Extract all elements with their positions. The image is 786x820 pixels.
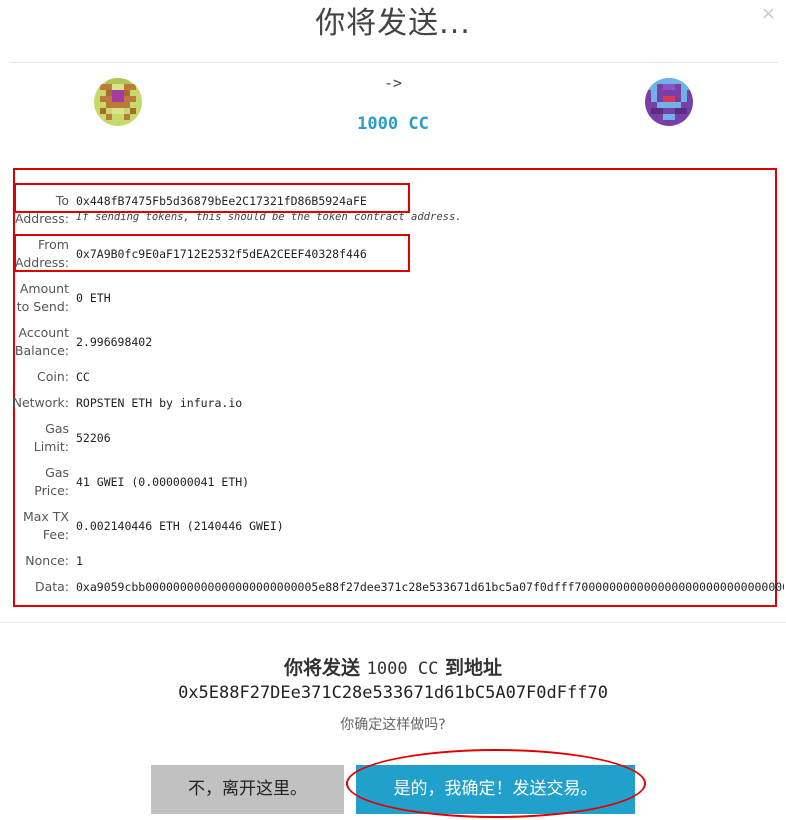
to-identicon — [645, 78, 693, 126]
network-label: Network: — [12, 395, 69, 410]
gas-limit-label: Gas Limit: — [33, 421, 69, 454]
divider — [10, 62, 778, 63]
max-fee-label: Max TX Fee: — [22, 509, 69, 542]
confirm-question: 你确定这样做吗? — [340, 717, 446, 733]
to-label: To — [55, 193, 69, 208]
balance-value: 2.996698402 — [76, 335, 153, 349]
coin-value: CC — [76, 370, 90, 384]
address-label: Address: — [15, 211, 69, 226]
confirm-suffix: 到地址 — [444, 657, 502, 679]
token-contract-hint: If sending tokens, this should be the to… — [76, 211, 462, 223]
cancel-button[interactable]: 不，离开这里。 — [151, 765, 344, 814]
from-address-value: 0x7A9B0fc9E0aF1712E2532f5dEA2CEEF40328f4… — [76, 247, 367, 261]
network-value: ROPSTEN ETH by infura.io — [76, 396, 243, 410]
balance-label: Account Balance: — [14, 325, 69, 358]
gas-limit-value: 52206 — [76, 431, 111, 445]
confirm-summary: 你将发送 1000 CC 到地址 — [0, 653, 786, 680]
confirm-address: 0x5E88F27DEe371C28e533671d61bC5A07F0dFff… — [178, 683, 608, 703]
nonce-value: 1 — [76, 554, 83, 568]
gas-price-label: Gas Price: — [34, 465, 69, 498]
amount-label: Amount to Send: — [16, 281, 69, 314]
nonce-label: Nonce: — [25, 553, 69, 568]
gas-price-value: 41 GWEI (0.000000041 ETH) — [76, 475, 250, 489]
max-fee-value: 0.002140446 ETH (2140446 GWEI) — [76, 519, 284, 533]
send-transaction-button[interactable]: 是的，我确定！发送交易。 — [356, 765, 635, 814]
data-value: 0xa9059cbb0000000000000000000000005e88f2… — [76, 580, 784, 594]
amount-value: 0 ETH — [76, 291, 111, 305]
close-icon[interactable]: × — [761, 4, 776, 24]
coin-label: Coin: — [37, 369, 69, 384]
divider — [0, 622, 786, 623]
confirm-amount: 1000 CC — [366, 659, 439, 679]
modal-title: 你将发送... — [315, 6, 471, 41]
confirm-prefix: 你将发送 — [284, 657, 361, 679]
to-address-value: 0x448fB7475Fb5d36879bEe2C17321fD86B5924a… — [76, 194, 367, 208]
data-label: Data: — [34, 579, 69, 594]
from-address-label: From Address: — [15, 237, 69, 270]
